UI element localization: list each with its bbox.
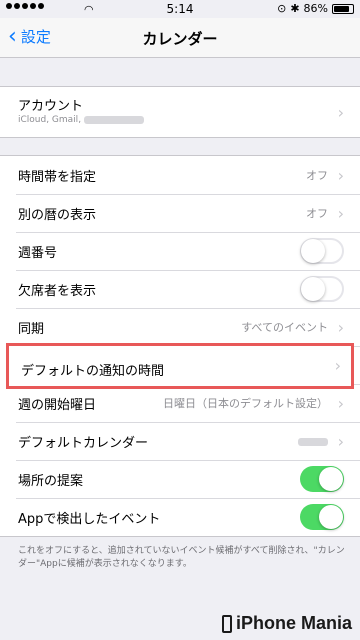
setting-label: デフォルトカレンダー bbox=[18, 435, 149, 451]
setting-label: 場所の提案 bbox=[18, 473, 84, 489]
chevron-right-icon: › bbox=[337, 103, 344, 122]
setting-row-sync[interactable]: 同期 すべてのイベント › bbox=[0, 308, 360, 346]
setting-value: すべてのイベント bbox=[241, 321, 328, 334]
chevron-right-icon: › bbox=[337, 165, 344, 185]
phone-icon bbox=[221, 614, 232, 633]
lock-rotation-icon: ⊙ bbox=[277, 2, 287, 15]
setting-row-location-suggestions: 場所の提案 bbox=[0, 460, 360, 498]
setting-label: 週の開始曜日 bbox=[18, 397, 97, 413]
events-found-in-apps-toggle[interactable] bbox=[300, 504, 344, 530]
setting-row-default-alert-times[interactable]: デフォルトの通知の時間 › bbox=[6, 343, 354, 389]
setting-row-default-calendar[interactable]: デフォルトカレンダー › bbox=[0, 422, 360, 460]
status-bar: ◠ 5:14 ⊙ ✱ 86% bbox=[0, 0, 360, 18]
setting-label: 時間帯を指定 bbox=[18, 169, 97, 185]
setting-row-declined-events: 欠席者を表示 bbox=[0, 270, 360, 308]
setting-row-events-found-in-apps: Appで検出したイベント bbox=[0, 498, 360, 536]
chevron-right-icon: › bbox=[337, 393, 344, 413]
chevron-right-icon: › bbox=[337, 431, 344, 451]
setting-label: 別の暦の表示 bbox=[18, 207, 97, 223]
setting-label: デフォルトの通知の時間 bbox=[21, 364, 165, 379]
account-row[interactable]: アカウント iCloud, Gmail, › bbox=[0, 87, 360, 137]
chevron-right-icon: › bbox=[334, 356, 341, 375]
setting-label: 同期 bbox=[18, 321, 45, 337]
chevron-right-icon: › bbox=[337, 317, 344, 337]
setting-value: 日曜日（日本のデフォルト設定） bbox=[163, 397, 328, 410]
footnote: これをオフにすると、追加されていないイベント候補がすべて削除され、"カレンダー"… bbox=[18, 546, 345, 569]
setting-row-alternate-calendar[interactable]: 別の暦の表示 オフ › bbox=[0, 194, 360, 232]
brand-watermark: iPhone Mania bbox=[221, 613, 352, 634]
week-numbers-toggle[interactable] bbox=[300, 238, 344, 264]
brand-name: iPhone Mania bbox=[235, 613, 352, 633]
setting-value-blurred bbox=[298, 435, 328, 448]
setting-row-start-week[interactable]: 週の開始曜日 日曜日（日本のデフォルト設定） › bbox=[0, 384, 360, 422]
account-label: アカウント bbox=[18, 99, 84, 114]
setting-value: オフ bbox=[306, 207, 328, 220]
bluetooth-icon: ✱ bbox=[290, 2, 300, 15]
status-right: ⊙ ✱ 86% bbox=[277, 2, 354, 15]
chevron-right-icon: › bbox=[337, 203, 344, 223]
account-group: アカウント iCloud, Gmail, › bbox=[0, 86, 360, 138]
navigation-bar: ‹ 設定 カレンダー bbox=[0, 18, 360, 58]
setting-value: オフ bbox=[306, 169, 328, 182]
setting-row-timezone[interactable]: 時間帯を指定 オフ › bbox=[0, 156, 360, 194]
setting-row-week-numbers: 週番号 bbox=[0, 232, 360, 270]
setting-label: 週番号 bbox=[18, 245, 58, 261]
battery-percent: 86% bbox=[303, 2, 328, 15]
battery-icon bbox=[332, 3, 354, 14]
page-title: カレンダー bbox=[142, 30, 218, 48]
account-sub: iCloud, Gmail, bbox=[18, 115, 144, 125]
setting-label: Appで検出したイベント bbox=[18, 511, 161, 527]
location-suggestions-toggle[interactable] bbox=[300, 466, 344, 492]
show-invitee-declines-toggle[interactable] bbox=[300, 276, 344, 302]
setting-label: 欠席者を表示 bbox=[18, 283, 97, 299]
